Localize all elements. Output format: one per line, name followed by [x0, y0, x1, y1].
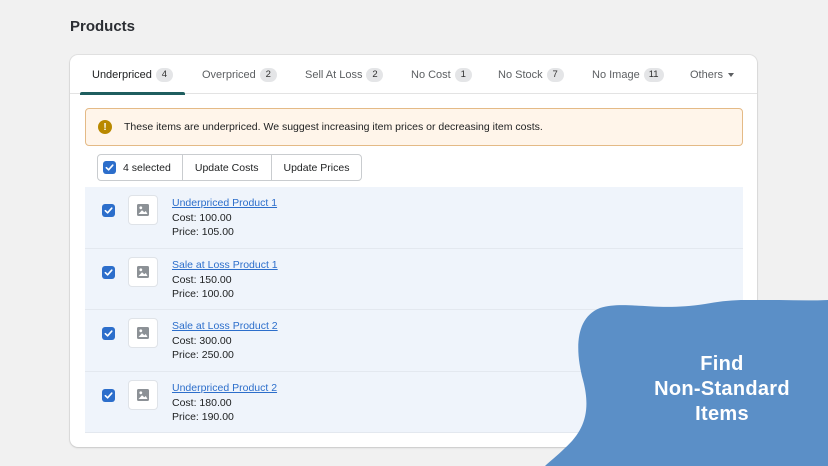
tab-no-image[interactable]: No Image 11	[592, 55, 664, 94]
promo-text: Find Non-Standard Items	[640, 352, 804, 427]
list-item[interactable]: Underpriced Product 1 Cost: 100.00 Price…	[85, 187, 743, 249]
image-placeholder-icon	[137, 204, 149, 216]
tab-label: Overpriced	[202, 68, 256, 81]
row-checkbox[interactable]	[102, 388, 115, 402]
bulk-actions-bar: 4 selected Update Costs Update Prices	[97, 154, 363, 181]
checkmark-icon	[104, 330, 113, 337]
product-name-link[interactable]: Sale at Loss Product 1	[172, 259, 278, 271]
promo-line: Items	[695, 403, 749, 425]
product-cost: Cost: 180.00	[172, 396, 232, 409]
product-thumbnail	[128, 256, 158, 287]
tab-label: No Image	[592, 68, 640, 81]
product-name-link[interactable]: Underpriced Product 2	[172, 382, 277, 394]
tab-count-badge: 2	[366, 67, 384, 82]
exclamation-icon: !	[98, 120, 112, 134]
update-costs-button[interactable]: Update Costs	[183, 155, 272, 180]
product-thumbnail	[128, 379, 158, 410]
tab-others-dropdown[interactable]: Others	[690, 55, 735, 94]
product-cost: Cost: 100.00	[172, 212, 232, 224]
tab-count-badge: 7	[546, 67, 564, 82]
product-price: Price: 190.00	[172, 410, 234, 423]
checkmark-icon	[105, 164, 114, 171]
tab-sell-at-loss[interactable]: Sell At Loss 2	[305, 55, 384, 94]
tab-count-badge: 2	[259, 67, 277, 82]
tab-count-badge: 1	[454, 67, 472, 82]
product-thumbnail	[128, 318, 158, 348]
product-price: Price: 105.00	[172, 226, 234, 238]
tab-overpriced[interactable]: Overpriced 2	[202, 55, 277, 94]
tab-no-stock[interactable]: No Stock 7	[498, 55, 564, 94]
update-prices-button[interactable]: Update Prices	[272, 155, 362, 180]
image-placeholder-icon	[137, 265, 149, 278]
row-checkbox[interactable]	[102, 265, 115, 279]
select-all-checkbox[interactable]	[103, 161, 116, 174]
product-price: Price: 100.00	[172, 287, 234, 300]
checkmark-icon	[104, 391, 113, 399]
caret-down-icon	[728, 72, 735, 77]
row-checkbox[interactable]	[102, 204, 115, 217]
filter-tabs: Underpriced 4 Overpriced 2 Sell At Loss …	[70, 55, 757, 95]
tab-count-badge: 11	[643, 67, 664, 82]
tab-label: Underpriced	[92, 68, 152, 81]
row-checkbox[interactable]	[102, 327, 115, 340]
selected-count: 4 selected	[123, 161, 171, 174]
promo-line: Non-Standard	[654, 378, 790, 400]
product-name-link[interactable]: Sale at Loss Product 2	[172, 320, 278, 332]
tab-label: Sell At Loss	[305, 68, 363, 81]
tab-count-badge: 4	[155, 67, 173, 82]
product-thumbnail	[128, 195, 158, 225]
banner-text: These items are underpriced. We suggest …	[124, 121, 543, 133]
product-price: Price: 250.00	[172, 349, 234, 361]
tab-underpriced[interactable]: Underpriced 4	[80, 55, 185, 95]
image-placeholder-icon	[137, 388, 149, 401]
checkmark-icon	[104, 268, 113, 276]
tab-label: Others	[690, 68, 724, 81]
image-placeholder-icon	[137, 327, 149, 339]
tab-no-cost[interactable]: No Cost 1	[411, 55, 472, 94]
page-title: Products	[70, 18, 136, 35]
select-all-control[interactable]: 4 selected	[98, 155, 183, 180]
product-cost: Cost: 150.00	[172, 273, 232, 286]
checkmark-icon	[104, 207, 113, 214]
warning-banner: ! These items are underpriced. We sugges…	[85, 108, 743, 146]
product-cost: Cost: 300.00	[172, 335, 232, 347]
tab-label: No Stock	[498, 68, 543, 81]
tab-label: No Cost	[411, 68, 451, 81]
product-name-link[interactable]: Underpriced Product 1	[172, 197, 277, 209]
promo-line: Find	[700, 353, 744, 375]
